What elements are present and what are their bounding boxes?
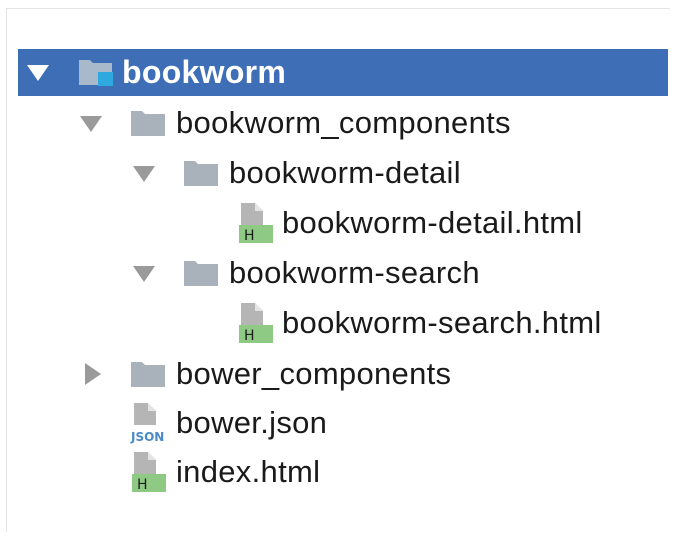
tree-label: bower.json: [176, 405, 328, 440]
json-file-icon: JSON: [130, 401, 170, 444]
folder-icon: [183, 159, 219, 186]
tree-label: bookworm-detail.html: [282, 205, 583, 240]
collapse-arrow-icon[interactable]: [133, 166, 155, 182]
tree-row-bookworm-search-html[interactable]: H bookworm-search.html: [0, 298, 676, 348]
svg-text:JSON: JSON: [130, 430, 164, 444]
html-file-icon: H: [130, 450, 170, 493]
tree-label: bookworm-search: [229, 255, 480, 290]
svg-text:H: H: [244, 228, 255, 244]
tree-label: bower_components: [176, 356, 452, 391]
tree-label: bookworm-search.html: [282, 305, 602, 340]
collapse-arrow-icon[interactable]: [80, 116, 102, 132]
expand-arrow-icon[interactable]: [85, 363, 101, 385]
tree-label-root: bookworm: [122, 54, 287, 90]
folder-icon: [130, 360, 166, 387]
tree-row-index-html[interactable]: H index.html: [0, 447, 676, 497]
tree-row-root[interactable]: bookworm: [18, 49, 668, 96]
project-folder-icon: [78, 57, 114, 86]
tree-label: bookworm-detail: [229, 155, 461, 190]
tree-row-bower-json[interactable]: JSON bower.json: [0, 398, 676, 448]
tree-row-bookworm-search[interactable]: bookworm-search: [0, 248, 676, 298]
collapse-arrow-icon[interactable]: [133, 266, 155, 282]
tree-row-bookworm-detail-html[interactable]: H bookworm-detail.html: [0, 198, 676, 248]
tree-label: bookworm_components: [176, 105, 511, 140]
html-file-icon: H: [237, 201, 277, 244]
folder-icon: [130, 109, 166, 136]
tree-label: index.html: [176, 454, 321, 489]
tree-row-bower-components[interactable]: bower_components: [0, 349, 676, 399]
folder-icon: [183, 259, 219, 286]
html-file-icon: H: [237, 301, 277, 344]
collapse-arrow-icon[interactable]: [27, 65, 49, 81]
svg-text:H: H: [244, 328, 255, 344]
tree-row-bookworm-detail[interactable]: bookworm-detail: [0, 148, 676, 198]
svg-text:H: H: [137, 477, 148, 493]
tree-row-bookworm-components[interactable]: bookworm_components: [0, 98, 676, 148]
